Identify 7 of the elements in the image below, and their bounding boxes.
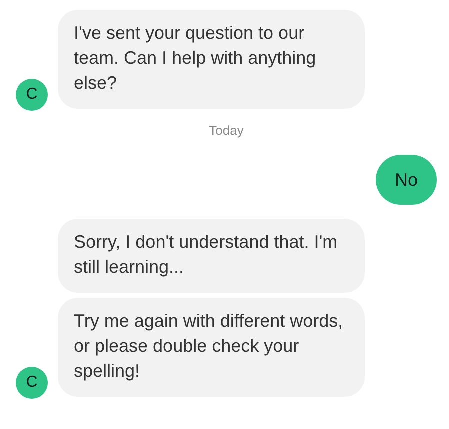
bot-message: Try me again with different words, or please double check your spelling! — [58, 298, 365, 396]
bot-message: Sorry, I don't understand that. I'm still learning... — [58, 218, 365, 292]
avatar: C — [16, 79, 48, 111]
avatar: C — [16, 366, 48, 398]
user-message: No — [376, 154, 437, 204]
bot-message: I've sent your question to our team. Can I help with anything else? — [58, 10, 365, 109]
date-label: Today — [208, 122, 245, 140]
